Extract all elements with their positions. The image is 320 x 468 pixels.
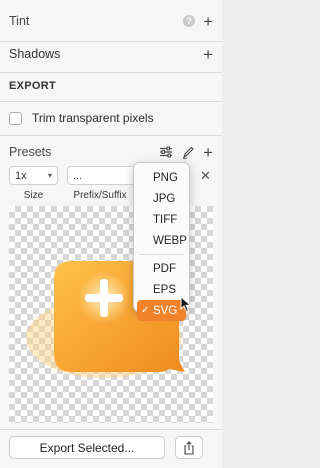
format-option-jpg[interactable]: JPG xyxy=(137,188,186,209)
export-panel: Tint ? + Shadows + EXPORT Trim transpare… xyxy=(0,0,222,468)
export-section-title: EXPORT xyxy=(9,80,57,92)
format-option-pdf[interactable]: PDF xyxy=(137,258,186,279)
add-shadow-plus-icon[interactable]: + xyxy=(203,46,213,63)
add-tint-plus-icon[interactable]: + xyxy=(203,13,213,30)
export-header: EXPORT xyxy=(0,76,222,96)
trim-checkbox[interactable] xyxy=(9,111,22,125)
divider xyxy=(0,135,222,136)
help-icon[interactable]: ? xyxy=(183,15,196,27)
shadows-label: Shadows xyxy=(9,47,61,61)
trim-row[interactable]: Trim transparent pixels xyxy=(0,108,222,128)
bottom-bar: Export Selected... xyxy=(0,430,222,468)
share-icon xyxy=(184,440,194,455)
tint-row[interactable]: Tint ? + xyxy=(0,9,222,33)
prefix-suffix-caption: Prefix/Suffix xyxy=(73,190,127,201)
pencil-icon[interactable] xyxy=(182,146,194,159)
menu-divider xyxy=(139,254,184,255)
shadows-row[interactable]: Shadows + xyxy=(0,42,222,66)
format-option-webp[interactable]: WEBP xyxy=(137,230,187,251)
format-option-png[interactable]: PNG xyxy=(137,167,186,188)
divider xyxy=(0,72,222,73)
scale-value: 1x xyxy=(15,169,27,182)
divider xyxy=(0,101,222,102)
presets-row: Presets + xyxy=(0,141,222,163)
prefix-suffix-value: ... xyxy=(73,169,83,182)
size-caption: Size xyxy=(23,190,44,201)
add-preset-plus-icon[interactable]: + xyxy=(203,144,213,161)
trim-label: Trim transparent pixels xyxy=(32,111,154,125)
export-selected-button[interactable]: Export Selected... xyxy=(9,436,165,459)
tint-label: Tint xyxy=(9,14,30,28)
cursor-icon xyxy=(180,296,192,313)
prefix-suffix-field[interactable]: ... xyxy=(67,166,133,185)
sliders-icon[interactable] xyxy=(159,146,173,158)
presets-label: Presets xyxy=(9,145,52,159)
format-option-svg-label: SVG xyxy=(153,304,178,317)
close-icon[interactable]: ✕ xyxy=(200,168,211,184)
chevron-down-icon: ▾ xyxy=(47,171,52,180)
format-menu[interactable]: PNG JPG TIFF WEBP PDF EPS ✓ SVG xyxy=(133,162,190,321)
checkmark-icon: ✓ xyxy=(141,305,150,316)
format-option-svg[interactable]: ✓ SVG xyxy=(137,300,186,321)
share-button[interactable] xyxy=(175,436,203,459)
scale-select[interactable]: 1x ▾ xyxy=(9,166,58,185)
format-option-eps[interactable]: EPS xyxy=(137,279,186,300)
format-option-tiff[interactable]: TIFF xyxy=(137,209,186,230)
